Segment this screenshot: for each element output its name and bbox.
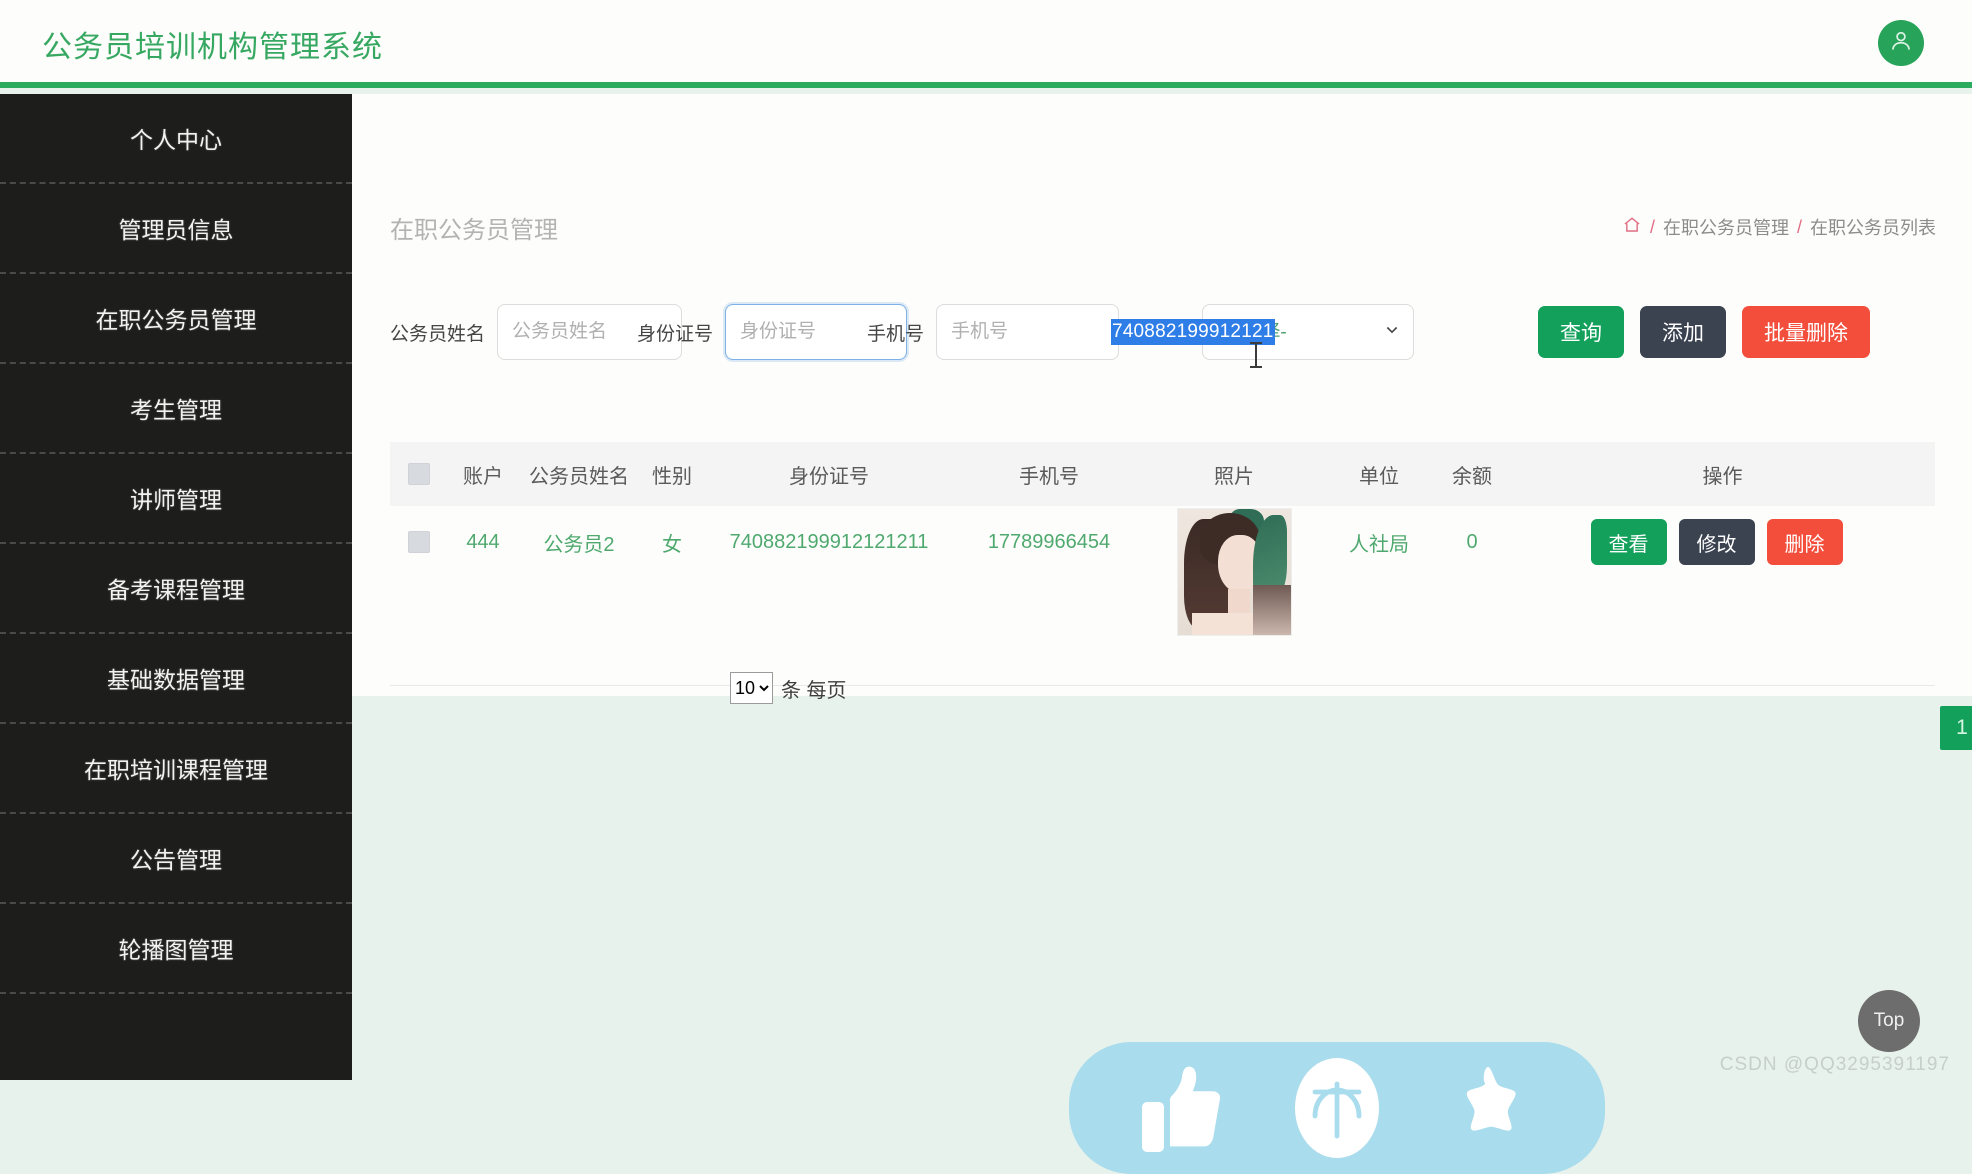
row-checkbox[interactable]: [390, 506, 448, 578]
column-header-phone: 手机号: [1019, 465, 1079, 488]
query-button[interactable]: 查询: [1538, 306, 1624, 358]
sidebar-item-label: 在职培训课程管理: [84, 757, 268, 783]
page-number-button-1[interactable]: 1: [1940, 706, 1972, 750]
search-filter-bar: 公务员姓名 身份证号 手机号 单位 -请选择-: [352, 290, 1972, 390]
table-header-row: 账户 公务员姓名 性别 身份证号 手机号 照片 单位 余额 操作: [390, 442, 1935, 506]
user-avatar-button[interactable]: [1878, 20, 1924, 66]
column-header-balance: 余额: [1452, 465, 1492, 488]
breadcrumb-separator: /: [1649, 216, 1655, 237]
column-header-operations: 操作: [1702, 465, 1743, 488]
sidebar-item-civil-servant-management[interactable]: 在职公务员管理: [0, 274, 352, 364]
sidebar-nav: 个人中心 管理员信息 在职公务员管理 考生管理 讲师管理 备考课程管理 基础数据…: [0, 94, 352, 1080]
idcard-field-label: 身份证号: [637, 323, 714, 345]
thumbs-up-icon[interactable]: [1138, 1058, 1234, 1158]
back-to-top-button[interactable]: Top: [1858, 990, 1920, 1052]
sidebar-item-exam-course-management[interactable]: 备考课程管理: [0, 544, 352, 634]
sidebar-item-basic-data-management[interactable]: 基础数据管理: [0, 634, 352, 724]
sidebar-item-label: 讲师管理: [130, 487, 222, 513]
page-size-select[interactable]: 10: [730, 672, 773, 704]
column-header-photo: 照片: [1214, 465, 1254, 488]
cell-operations: 查看 修改 删除: [1510, 506, 1935, 578]
page-title: 在职公务员管理: [390, 217, 558, 244]
select-all-checkbox[interactable]: [390, 442, 448, 506]
brand-title: 公务员培训机构管理系统: [42, 31, 383, 64]
sidebar-item-announcement-management[interactable]: 公告管理: [0, 814, 352, 904]
phone-field-label: 手机号: [867, 323, 925, 345]
column-header-name: 公务员姓名: [529, 465, 629, 488]
sidebar-item-label: 基础数据管理: [107, 667, 245, 693]
add-button[interactable]: 添加: [1640, 306, 1726, 358]
page-size-suffix-label: 条 每页: [781, 679, 847, 702]
sidebar-item-lecturer-management[interactable]: 讲师管理: [0, 454, 352, 544]
phone-search-input[interactable]: [936, 304, 1120, 360]
column-header-gender: 性别: [652, 465, 692, 488]
breadcrumb-separator: /: [1796, 216, 1802, 237]
cell-account: 444: [466, 530, 500, 553]
pagination-controls: 10 条 每页: [730, 672, 847, 704]
portrait-photo[interactable]: [1176, 508, 1292, 636]
breadcrumb-item-1[interactable]: 在职公务员管理: [1663, 214, 1789, 240]
sidebar-item-label: 备考课程管理: [107, 577, 245, 603]
batch-delete-button[interactable]: 批量删除: [1742, 306, 1870, 358]
delete-button[interactable]: 删除: [1766, 519, 1843, 565]
column-header-account: 账户: [463, 465, 503, 488]
unit-field-label: 单位: [1152, 323, 1191, 345]
column-header-idcard: 身份证号: [789, 465, 869, 488]
user-avatar-icon: [1888, 28, 1914, 59]
umbrella-circle-icon[interactable]: [1291, 1056, 1383, 1160]
breadcrumb-item-2: 在职公务员列表: [1810, 218, 1936, 238]
unit-field-group: 单位 -请选择-: [1152, 304, 1415, 360]
view-button[interactable]: 查看: [1590, 519, 1667, 565]
sidebar-item-label: 公告管理: [130, 847, 222, 873]
sidebar-item-label: 个人中心: [130, 127, 222, 153]
cell-balance: 0: [1466, 530, 1478, 553]
column-header-unit: 单位: [1359, 465, 1399, 488]
civil-servants-table: 账户 公务员姓名 性别 身份证号 手机号 照片 单位 余额 操作 444 公务员…: [390, 442, 1935, 686]
phone-field-group: 手机号: [867, 304, 1120, 360]
cell-phone: 17789966454: [987, 530, 1111, 553]
home-icon[interactable]: [1622, 215, 1642, 240]
sidebar-item-carousel-management[interactable]: 轮播图管理: [0, 904, 352, 994]
star-icon[interactable]: [1440, 1060, 1536, 1156]
edit-button[interactable]: 修改: [1678, 519, 1755, 565]
cell-gender: 女: [662, 533, 682, 556]
cell-idcard: 740882199912121211: [729, 530, 929, 553]
sidebar-item-inservice-training-course-management[interactable]: 在职培训课程管理: [0, 724, 352, 814]
sidebar-item-label: 考生管理: [130, 397, 222, 423]
sidebar-item-admin-info[interactable]: 管理员信息: [0, 184, 352, 274]
cell-name: 公务员2: [543, 533, 615, 556]
sidebar-item-label: 在职公务员管理: [95, 307, 257, 333]
sidebar-item-label: 管理员信息: [118, 217, 234, 243]
cell-photo[interactable]: [1144, 506, 1324, 636]
cell-unit: 人社局: [1349, 533, 1409, 556]
text-cursor: [1250, 342, 1262, 368]
sidebar-item-label: 轮播图管理: [118, 937, 234, 963]
sidebar-item-candidate-management[interactable]: 考生管理: [0, 364, 352, 454]
main-content: 在职公务员管理 / 在职公务员管理 / 在职公务员列表 公务员姓名 身份证号 手…: [352, 94, 1972, 1174]
top-header-bar: 公务员培训机构管理系统: [0, 0, 1972, 88]
social-action-bar: [1069, 1042, 1605, 1174]
watermark-text: CSDN @QQ3295391197: [1719, 1054, 1950, 1075]
name-field-label: 公务员姓名: [390, 323, 486, 345]
sidebar-item-personal-center[interactable]: 个人中心: [0, 94, 352, 184]
unit-select[interactable]: -请选择-: [1202, 304, 1415, 360]
breadcrumb: / 在职公务员管理 / 在职公务员列表: [1622, 214, 1936, 240]
table-row: 444 公务员2 女 740882199912121211 1778996645…: [390, 506, 1935, 686]
